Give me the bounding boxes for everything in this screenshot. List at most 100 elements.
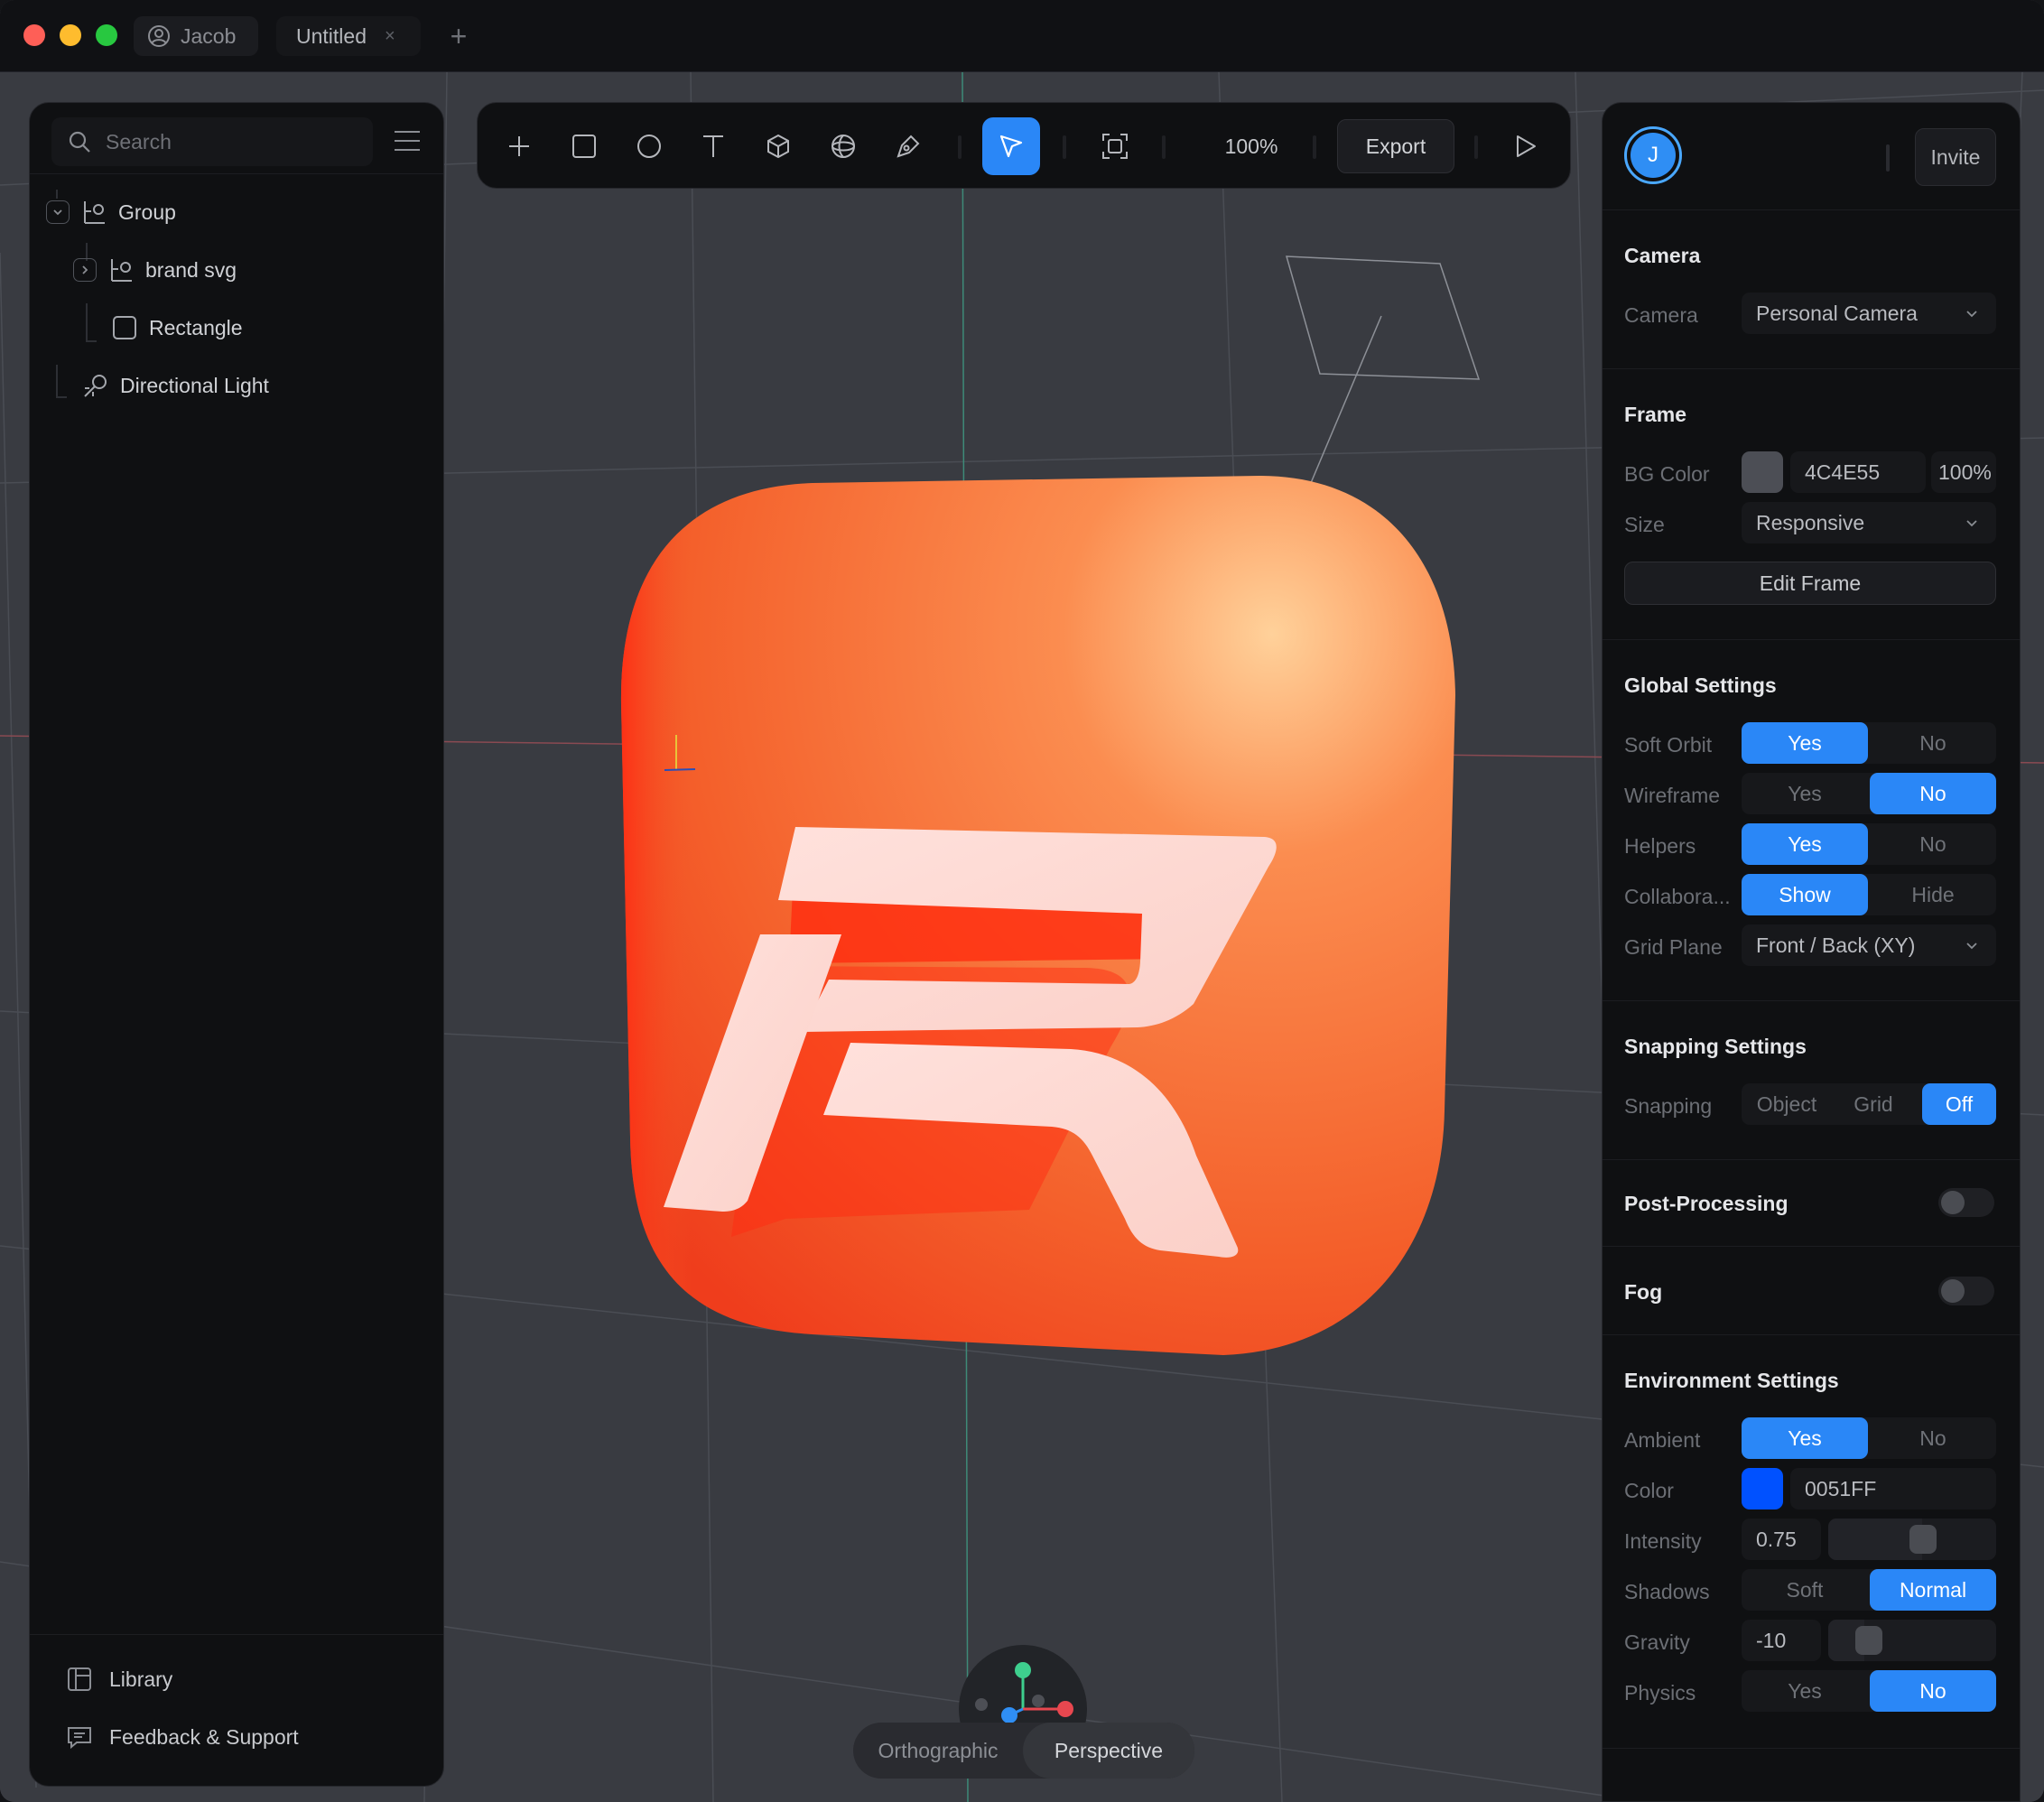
size-select[interactable]: Responsive (1742, 502, 1996, 543)
soft-orbit-yes[interactable]: Yes (1742, 722, 1868, 764)
helpers-no[interactable]: No (1870, 823, 1996, 865)
ambient-no[interactable]: No (1870, 1417, 1996, 1459)
bg-color-hex: 4C4E55 (1805, 460, 1881, 484)
bg-opacity-field[interactable]: 100% (1931, 451, 1996, 493)
feedback-link[interactable]: Feedback & Support (66, 1723, 299, 1751)
pen-tool-button[interactable] (881, 119, 935, 173)
play-button[interactable] (1498, 119, 1552, 173)
intensity-slider-handle[interactable] (1909, 1525, 1937, 1554)
soft-orbit-toggle: Yes No (1742, 722, 1996, 764)
circle-tool-button[interactable] (622, 119, 676, 173)
chevron-down-icon[interactable] (46, 200, 70, 224)
soft-orbit-label: Soft Orbit (1624, 733, 1713, 757)
grid-plane-select[interactable]: Front / Back (XY) (1742, 924, 1996, 966)
collaborators-toggle: Show Hide (1742, 874, 1996, 915)
add-tool-button[interactable] (492, 119, 546, 173)
wireframe-label: Wireframe (1624, 784, 1721, 807)
gravity-slider[interactable] (1828, 1620, 1996, 1661)
frame-tool-button[interactable] (1088, 119, 1142, 173)
helpers-yes[interactable]: Yes (1742, 823, 1868, 865)
zoom-level[interactable]: 100% (1202, 119, 1301, 173)
collaborators-show[interactable]: Show (1742, 874, 1868, 915)
cube-tool-button[interactable] (751, 119, 805, 173)
collaborators-label: Collabora... (1624, 885, 1731, 908)
search-input[interactable]: Search (51, 117, 373, 166)
avatar-initial: J (1631, 133, 1676, 178)
physics-toggle: Yes No (1742, 1670, 1996, 1712)
wireframe-no[interactable]: No (1870, 773, 1996, 814)
user-chip[interactable]: Jacob (134, 16, 258, 56)
physics-yes[interactable]: Yes (1742, 1670, 1868, 1712)
pen-icon (897, 135, 920, 158)
tab-title: Untitled (296, 23, 367, 48)
add-tab-button[interactable]: + (441, 16, 477, 56)
ambient-color-swatch[interactable] (1742, 1468, 1783, 1509)
minimize-window-button[interactable] (60, 24, 81, 46)
snapping-off[interactable]: Off (1922, 1083, 1996, 1125)
bg-opacity: 100% (1938, 460, 1992, 484)
layer-item-group[interactable]: Group (46, 199, 176, 226)
intensity-input[interactable]: 0.75 (1742, 1519, 1821, 1560)
close-window-button[interactable] (23, 24, 45, 46)
group-icon (84, 201, 105, 224)
ambient-color-hex-field[interactable]: 0051FF (1790, 1468, 1996, 1509)
divider (1603, 368, 2020, 369)
library-label: Library (109, 1667, 173, 1691)
select-tool-button[interactable] (982, 117, 1040, 175)
camera-select[interactable]: Personal Camera (1742, 293, 1996, 334)
menu-icon[interactable] (391, 125, 423, 157)
frame-section-title: Frame (1624, 403, 1687, 426)
gravity-label: Gravity (1624, 1630, 1690, 1654)
size-label: Size (1624, 513, 1665, 536)
export-button[interactable]: Export (1337, 119, 1454, 173)
tree-guide (56, 365, 58, 397)
bg-color-swatch[interactable] (1742, 451, 1783, 493)
divider (1603, 1159, 2020, 1160)
sphere-tool-button[interactable] (816, 119, 870, 173)
grid-plane-value: Front / Back (XY) (1756, 933, 1916, 957)
fog-switch[interactable] (1938, 1277, 1994, 1305)
wireframe-yes[interactable]: Yes (1742, 773, 1868, 814)
snapping-grid[interactable]: Grid (1832, 1083, 1915, 1125)
layer-label: Directional Light (120, 373, 269, 397)
ambient-yes[interactable]: Yes (1742, 1417, 1868, 1459)
camera-value: Personal Camera (1756, 301, 1918, 325)
rectangle-tool-button[interactable] (557, 119, 611, 173)
post-processing-switch[interactable] (1938, 1188, 1994, 1217)
text-tool-button[interactable] (686, 119, 740, 173)
rectangle-icon (113, 316, 136, 339)
maximize-window-button[interactable] (96, 24, 117, 46)
edit-frame-button[interactable]: Edit Frame (1624, 562, 1996, 605)
ambient-toggle: Yes No (1742, 1417, 1996, 1459)
soft-orbit-no[interactable]: No (1870, 722, 1996, 764)
helpers-toggle: Yes No (1742, 823, 1996, 865)
toolbar-separator (1063, 135, 1066, 159)
layer-item-directional-light[interactable]: Directional Light (82, 372, 269, 399)
library-link[interactable]: Library (66, 1666, 172, 1693)
tab-close-icon[interactable]: × (385, 26, 395, 47)
gravity-input[interactable]: -10 (1742, 1620, 1821, 1661)
avatar[interactable]: J (1624, 126, 1682, 184)
view-perspective-button[interactable]: Perspective (1023, 1723, 1194, 1779)
app-window: Jacob Untitled × + Orthographic Perspect… (0, 0, 2044, 1802)
divider (1603, 639, 2020, 640)
bg-color-hex-field[interactable]: 4C4E55 (1790, 451, 1926, 493)
shadows-soft[interactable]: Soft (1742, 1569, 1868, 1611)
physics-no[interactable]: No (1870, 1670, 1996, 1712)
size-value: Responsive (1756, 510, 1865, 534)
main-toolbar: 100% Export (477, 102, 1571, 189)
snapping-object[interactable]: Object (1742, 1083, 1832, 1125)
fog-title: Fog (1624, 1280, 1663, 1304)
chevron-right-icon[interactable] (73, 258, 97, 282)
gravity-slider-handle[interactable] (1855, 1626, 1882, 1655)
invite-button[interactable]: Invite (1915, 128, 1996, 186)
tree-guide (56, 190, 58, 199)
collaborators-hide[interactable]: Hide (1870, 874, 1996, 915)
layer-item-rectangle[interactable]: Rectangle (111, 314, 243, 341)
intensity-slider[interactable] (1828, 1519, 1996, 1560)
layer-item-brand-svg[interactable]: brand svg (73, 256, 237, 283)
document-tab[interactable]: Untitled × (276, 16, 421, 56)
view-orthographic-button[interactable]: Orthographic (853, 1723, 1023, 1779)
intensity-value: 0.75 (1756, 1527, 1797, 1551)
shadows-normal[interactable]: Normal (1870, 1569, 1996, 1611)
